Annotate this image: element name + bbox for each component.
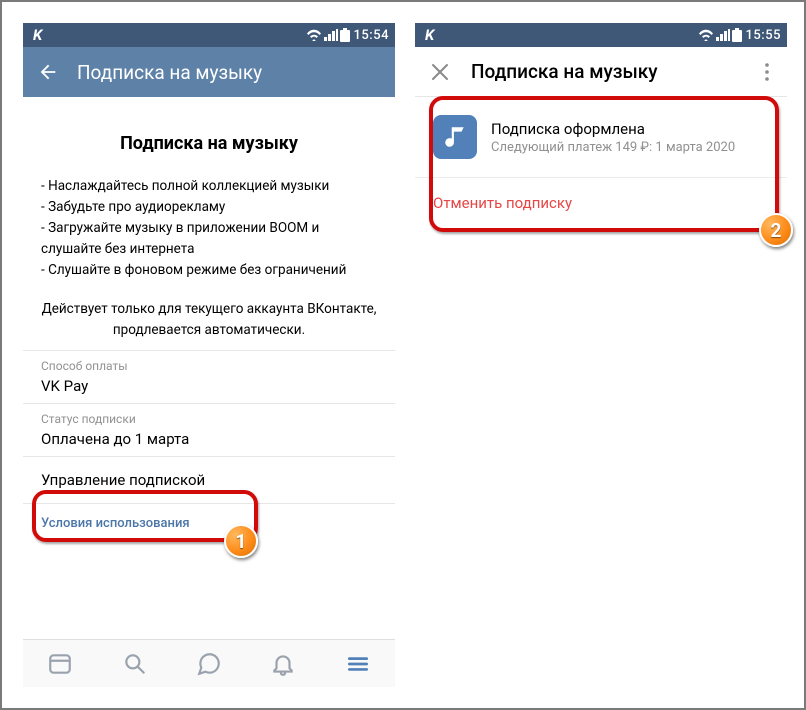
subscription-card: Подписка оформлена Следующий платеж 149 … bbox=[415, 97, 787, 178]
bell-icon bbox=[270, 651, 296, 677]
menu-icon bbox=[345, 651, 371, 677]
nav-notifications[interactable] bbox=[246, 640, 320, 687]
step-badge-2: 2 bbox=[759, 213, 793, 247]
manage-subscription-label: Управление подпиской bbox=[41, 471, 205, 489]
arrow-left-icon bbox=[37, 61, 59, 83]
payment-method-value: VK Pay bbox=[41, 377, 377, 395]
feature-item: - Слушайте в фоновом режиме без ограниче… bbox=[41, 260, 377, 281]
feature-item: - Загружайте музыку в приложении BOOM и … bbox=[41, 218, 377, 260]
close-button[interactable] bbox=[425, 63, 455, 81]
status-time: 15:54 bbox=[354, 28, 389, 43]
music-icon-badge bbox=[433, 115, 477, 159]
subscription-detail: Следующий платеж 149 ₽: 1 марта 2020 bbox=[491, 140, 735, 155]
status-bar: K 15:55 bbox=[415, 23, 787, 47]
signal-icon bbox=[716, 29, 730, 41]
status-icons bbox=[306, 28, 350, 42]
app-header: Подписка на музыку bbox=[415, 47, 787, 97]
subscription-status-value: Оплачена до 1 марта bbox=[41, 430, 377, 448]
step-badge-1: 1 bbox=[224, 524, 258, 558]
search-icon bbox=[122, 651, 148, 677]
cancel-subscription-label: Отменить подписку bbox=[433, 194, 572, 212]
music-note-icon bbox=[442, 124, 468, 150]
nav-menu[interactable] bbox=[321, 640, 395, 687]
back-button[interactable] bbox=[33, 57, 63, 87]
payment-method-row[interactable]: Способ оплаты VK Pay bbox=[23, 350, 395, 403]
screenshot-right: K 15:55 Подписка на музыку Подписка офор… bbox=[415, 23, 787, 687]
terms-of-use-label: Условия использования bbox=[41, 516, 190, 531]
subscription-info: Подписка на музыку - Наслаждайтесь полно… bbox=[23, 97, 395, 350]
feature-list: - Наслаждайтесь полной коллекцией музыки… bbox=[41, 176, 377, 281]
status-icons bbox=[698, 28, 742, 42]
status-bar: K 15:54 bbox=[23, 23, 395, 47]
bottom-nav bbox=[23, 639, 395, 687]
signal-icon bbox=[324, 29, 338, 41]
nav-news[interactable] bbox=[23, 640, 97, 687]
more-vertical-icon bbox=[765, 63, 769, 81]
status-app-letter: K bbox=[425, 26, 434, 44]
payment-method-label: Способ оплаты bbox=[41, 359, 377, 373]
battery-icon bbox=[340, 28, 350, 42]
nav-messages[interactable] bbox=[172, 640, 246, 687]
wifi-icon bbox=[698, 29, 714, 41]
more-button[interactable] bbox=[757, 63, 777, 81]
terms-of-use-link[interactable]: Условия использования bbox=[23, 503, 395, 543]
battery-icon bbox=[732, 28, 742, 42]
status-app-letter: K bbox=[33, 26, 42, 44]
wifi-icon bbox=[306, 29, 322, 41]
manage-subscription-button[interactable]: Управление подпиской bbox=[23, 456, 395, 503]
page-heading: Подписка на музыку bbox=[41, 133, 377, 154]
feature-item: - Забудьте про аудиорекламу bbox=[41, 197, 377, 218]
header-title: Подписка на музыку bbox=[77, 61, 262, 84]
subscription-status-row: Статус подписки Оплачена до 1 марта bbox=[23, 403, 395, 456]
subscription-status-label: Статус подписки bbox=[41, 412, 377, 426]
nav-search[interactable] bbox=[97, 640, 171, 687]
close-icon bbox=[431, 63, 449, 81]
status-time: 15:55 bbox=[746, 28, 781, 43]
feature-item: - Наслаждайтесь полной коллекцией музыки bbox=[41, 176, 377, 197]
cancel-subscription-button[interactable]: Отменить подписку bbox=[415, 178, 787, 228]
header-title: Подписка на музыку bbox=[471, 60, 757, 83]
account-note: Действует только для текущего аккаунта В… bbox=[41, 299, 377, 341]
subscription-title: Подписка оформлена bbox=[491, 120, 735, 138]
screenshot-left: K 15:54 Подписка на музыку Подписка на м… bbox=[23, 23, 395, 687]
app-header: Подписка на музыку bbox=[23, 47, 395, 97]
messages-icon bbox=[196, 651, 222, 677]
news-icon bbox=[47, 651, 73, 677]
